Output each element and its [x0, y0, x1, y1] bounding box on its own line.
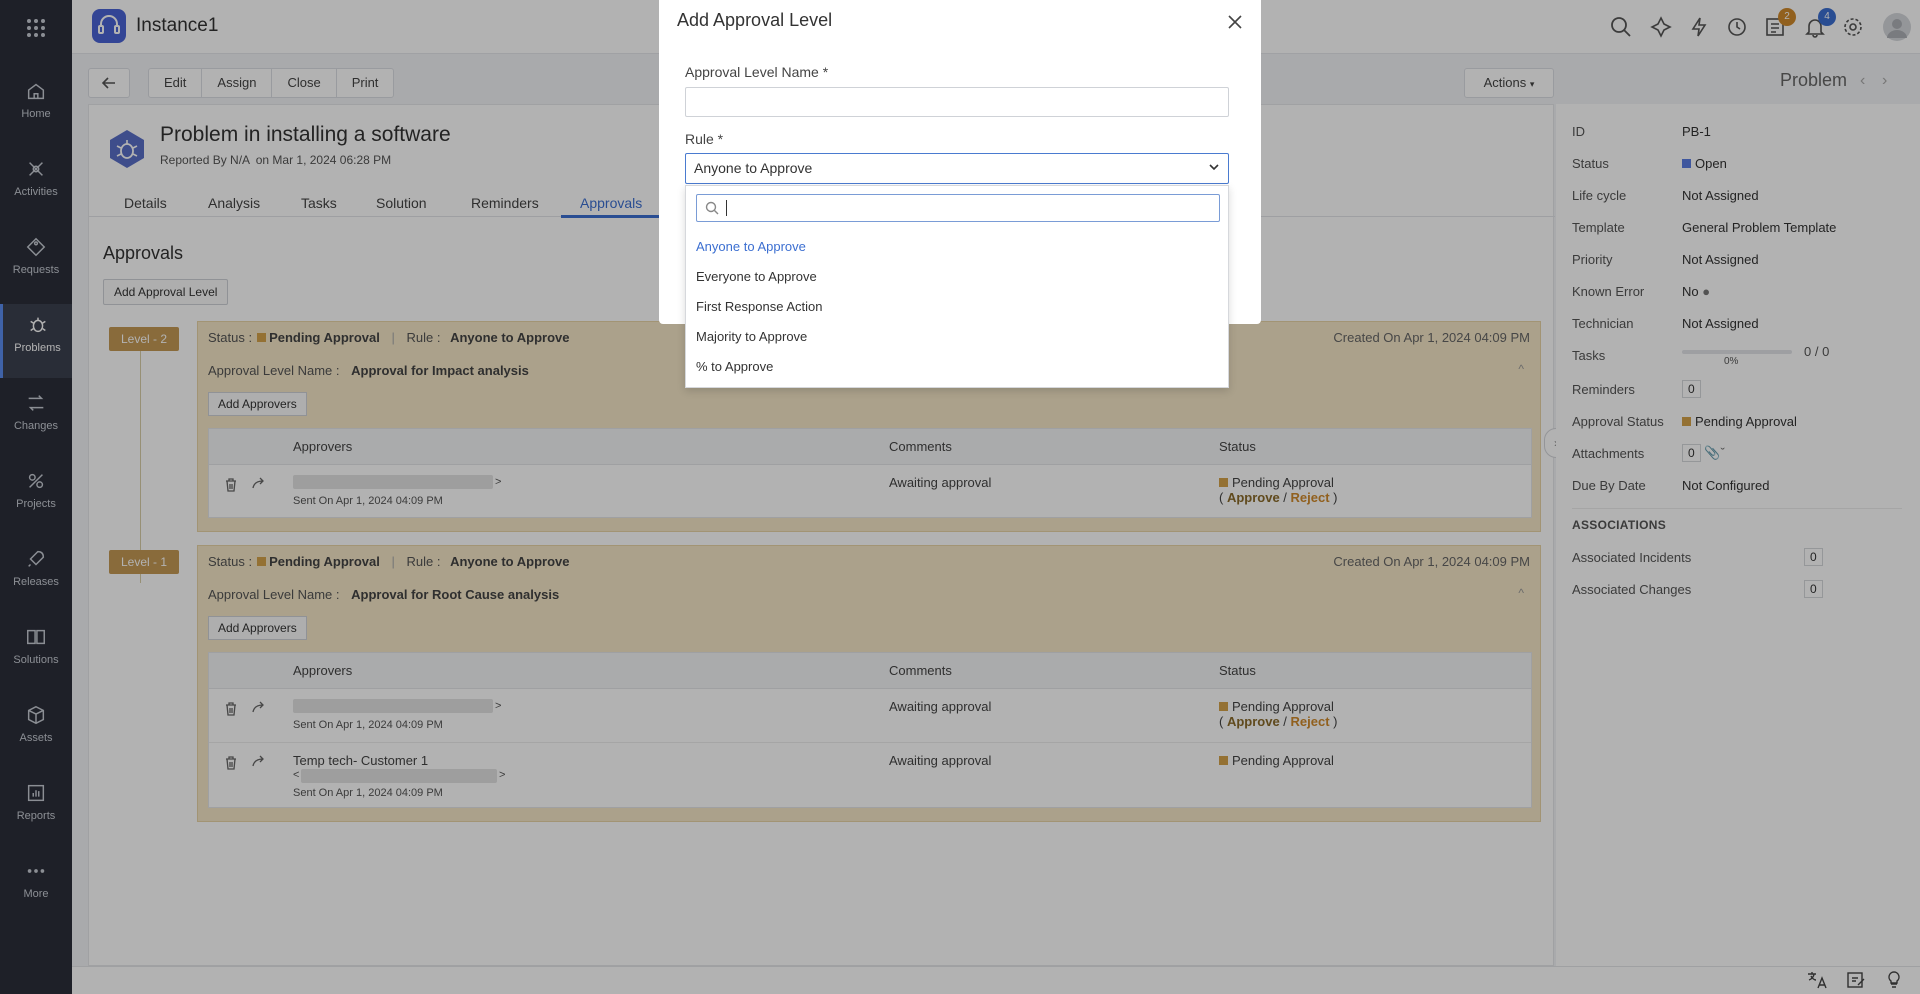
- close-icon[interactable]: [1225, 12, 1245, 32]
- approval-level-name-label: Approval Level Name *: [685, 64, 829, 80]
- dialog-title: Add Approval Level: [677, 10, 833, 30]
- rule-option-anyone[interactable]: Anyone to Approve: [696, 239, 806, 254]
- search-icon: [705, 201, 719, 218]
- rule-dropdown-menu: Anyone to Approve Everyone to Approve Fi…: [685, 185, 1229, 388]
- rule-search-input[interactable]: [696, 194, 1220, 222]
- rule-select[interactable]: Anyone to Approve: [685, 153, 1229, 184]
- chevron-down-icon: [1208, 154, 1220, 183]
- text-cursor: [726, 200, 727, 216]
- rule-option-percent[interactable]: % to Approve: [696, 359, 773, 374]
- rule-option-everyone[interactable]: Everyone to Approve: [696, 269, 817, 284]
- rule-label: Rule *: [685, 131, 724, 147]
- approval-level-name-input[interactable]: [685, 87, 1229, 117]
- rule-option-first-response[interactable]: First Response Action: [696, 299, 822, 314]
- rule-selected-value: Anyone to Approve: [694, 160, 813, 176]
- rule-option-majority[interactable]: Majority to Approve: [696, 329, 807, 344]
